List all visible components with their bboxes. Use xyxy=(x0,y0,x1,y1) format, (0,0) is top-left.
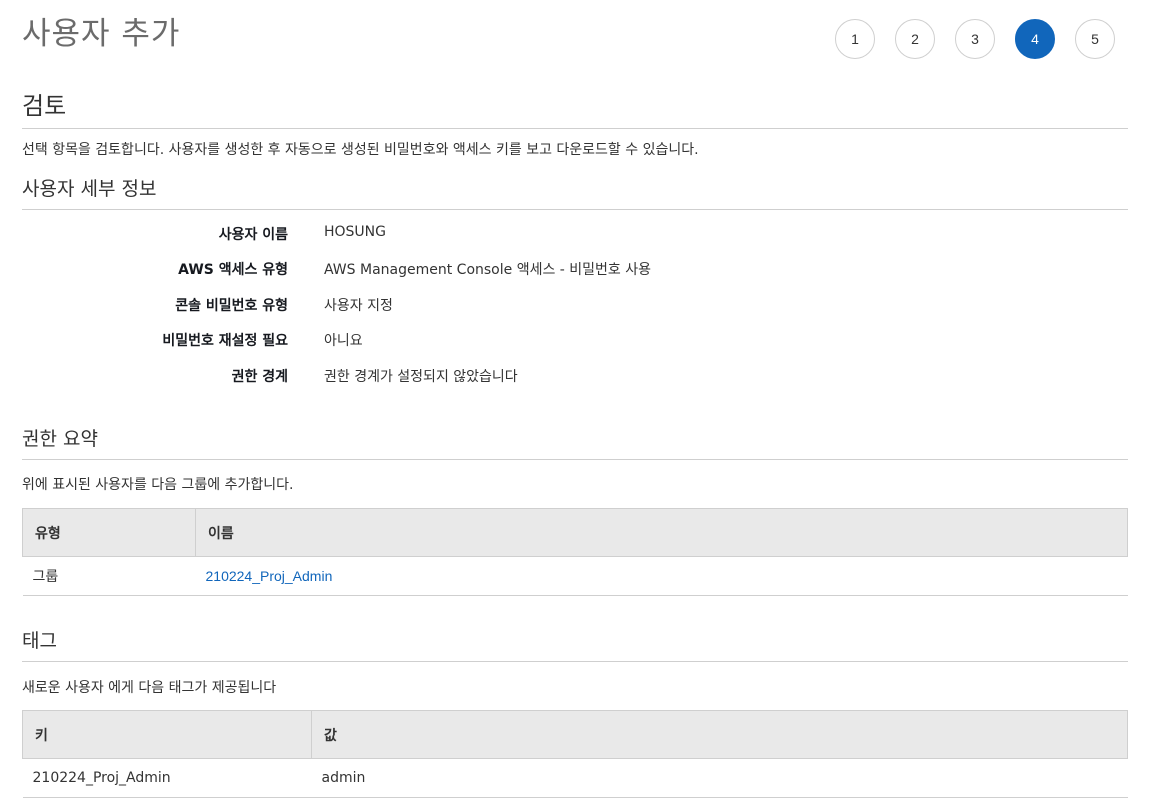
detail-row-password-reset: 비밀번호 재설정 필요 아니요 xyxy=(22,330,822,354)
column-header-value: 값 xyxy=(311,710,1128,759)
step-4-button-current[interactable]: 4 xyxy=(1015,19,1055,59)
step-2-button[interactable]: 2 xyxy=(895,19,935,59)
detail-row-password-type: 콘솔 비밀번호 유형 사용자 지정 xyxy=(22,295,822,319)
detail-row-permission-boundary: 권한 경계 권한 경계가 설정되지 않았습니다 xyxy=(22,366,822,390)
tags-description: 새로운 사용자 에게 다음 태그가 제공됩니다 xyxy=(22,680,277,696)
detail-row-access-type: AWS 액세스 유형 AWS Management Console 액세스 - … xyxy=(22,259,822,283)
review-heading: 검토 xyxy=(22,88,1128,129)
detail-value: 아니요 xyxy=(324,333,363,349)
cell-name: 210224_Proj_Admin xyxy=(195,556,1128,596)
permissions-summary-heading: 권한 요약 xyxy=(22,423,1128,460)
detail-label: 사용자 이름 xyxy=(218,227,288,243)
review-description: 선택 항목을 검토합니다. 사용자를 생성한 후 자동으로 생성된 비밀번호와 … xyxy=(22,142,699,158)
step-1-button[interactable]: 1 xyxy=(835,19,875,59)
step-3-button[interactable]: 3 xyxy=(955,19,995,59)
table-row: 210224_Proj_Admin admin xyxy=(22,758,1128,798)
cell-key: 210224_Proj_Admin xyxy=(22,758,312,798)
page-title: 사용자 추가 xyxy=(22,16,181,52)
detail-value: AWS Management Console 액세스 - 비밀번호 사용 xyxy=(324,262,652,278)
table-header-row: 키 값 xyxy=(22,710,1128,759)
permissions-description: 위에 표시된 사용자를 다음 그룹에 추가합니다. xyxy=(22,477,294,493)
detail-value: HOSUNG xyxy=(324,224,387,240)
column-header-type: 유형 xyxy=(22,508,196,557)
detail-label: 비밀번호 재설정 필요 xyxy=(162,333,288,349)
step-5-button[interactable]: 5 xyxy=(1075,19,1115,59)
group-link[interactable]: 210224_Proj_Admin xyxy=(206,568,333,584)
column-header-name: 이름 xyxy=(195,508,1128,557)
column-header-key: 키 xyxy=(22,710,312,759)
table-header-row: 유형 이름 xyxy=(22,508,1128,557)
cell-value: admin xyxy=(311,758,1128,798)
detail-row-username: 사용자 이름 HOSUNG xyxy=(22,224,822,248)
user-details-heading: 사용자 세부 정보 xyxy=(22,173,1128,210)
tags-table: 키 값 210224_Proj_Admin admin xyxy=(22,710,1128,798)
tags-heading: 태그 xyxy=(22,625,1128,662)
wizard-steps: 1 2 3 4 5 xyxy=(835,19,1115,59)
table-row: 그룹 210224_Proj_Admin xyxy=(22,556,1128,596)
detail-label: 권한 경계 xyxy=(231,369,288,385)
detail-label: 콘솔 비밀번호 유형 xyxy=(175,298,288,314)
detail-label: AWS 액세스 유형 xyxy=(178,262,288,278)
permissions-table: 유형 이름 그룹 210224_Proj_Admin xyxy=(22,508,1128,596)
detail-value: 사용자 지정 xyxy=(324,298,393,314)
detail-value: 권한 경계가 설정되지 않았습니다 xyxy=(324,369,518,385)
cell-type: 그룹 xyxy=(22,556,196,596)
